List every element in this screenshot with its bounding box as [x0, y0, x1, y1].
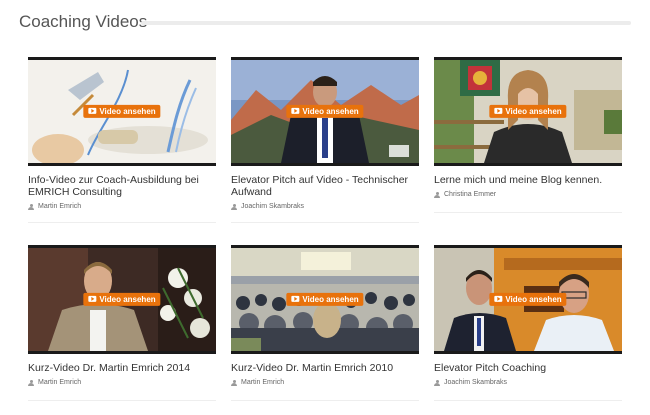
- video-author: Martin Emrich: [28, 379, 216, 386]
- author-name: Martin Emrich: [38, 203, 82, 210]
- video-card[interactable]: Video ansehen Lerne mich und meine Blog …: [434, 57, 622, 213]
- video-title-link[interactable]: Lerne mich und meine Blog kennen.: [434, 174, 622, 186]
- video-thumbnail[interactable]: Video ansehen: [28, 57, 216, 166]
- video-author: Martin Emrich: [231, 379, 419, 386]
- card-divider: [231, 222, 419, 223]
- video-title-link[interactable]: Info-Video zur Coach-Ausbildung bei EMRI…: [28, 174, 216, 198]
- user-icon: [231, 203, 237, 210]
- video-author: Christina Emmer: [434, 191, 622, 198]
- card-divider: [434, 400, 622, 401]
- video-author: Joachim Skambraks: [231, 203, 419, 210]
- title-divider: [141, 21, 631, 25]
- video-title-link[interactable]: Elevator Pitch auf Video - Technischer A…: [231, 174, 419, 198]
- play-video-button[interactable]: Video ansehen: [286, 104, 364, 118]
- card-divider: [434, 212, 622, 213]
- user-icon: [434, 191, 440, 198]
- play-video-label: Video ansehen: [99, 294, 156, 304]
- section-header: Coaching Videos: [19, 12, 631, 34]
- play-video-label: Video ansehen: [505, 294, 562, 304]
- video-title-link[interactable]: Kurz-Video Dr. Martin Emrich 2010: [231, 362, 419, 374]
- youtube-play-icon: [494, 107, 503, 114]
- video-card[interactable]: Video ansehen Elevator Pitch auf Video -…: [231, 57, 419, 223]
- user-icon: [28, 203, 34, 210]
- author-name: Martin Emrich: [38, 379, 82, 386]
- play-video-button[interactable]: Video ansehen: [489, 104, 567, 118]
- video-author: Martin Emrich: [28, 203, 216, 210]
- video-card[interactable]: Video ansehen Kurz-Video Dr. Martin Emri…: [28, 245, 216, 401]
- video-thumbnail[interactable]: Video ansehen: [434, 57, 622, 166]
- video-card[interactable]: Video ansehen Info-Video zur Coach-Ausbi…: [28, 57, 216, 223]
- youtube-play-icon: [88, 295, 97, 302]
- play-video-button[interactable]: Video ansehen: [286, 292, 364, 306]
- video-card[interactable]: Video ansehen Elevator Pitch Coaching Jo…: [434, 245, 622, 401]
- video-thumbnail[interactable]: Video ansehen: [231, 57, 419, 166]
- play-video-button[interactable]: Video ansehen: [489, 292, 567, 306]
- video-thumbnail[interactable]: Video ansehen: [231, 245, 419, 354]
- author-name: Christina Emmer: [444, 191, 497, 198]
- card-divider: [231, 400, 419, 401]
- card-divider: [28, 222, 216, 223]
- video-card[interactable]: Video ansehen Kurz-Video Dr. Martin Emri…: [231, 245, 419, 401]
- youtube-play-icon: [494, 295, 503, 302]
- play-video-label: Video ansehen: [302, 106, 359, 116]
- play-video-label: Video ansehen: [505, 106, 562, 116]
- video-title-link[interactable]: Kurz-Video Dr. Martin Emrich 2014: [28, 362, 216, 374]
- youtube-play-icon: [291, 107, 300, 114]
- play-video-label: Video ansehen: [99, 106, 156, 116]
- play-video-button[interactable]: Video ansehen: [83, 104, 161, 118]
- play-video-button[interactable]: Video ansehen: [83, 292, 161, 306]
- card-divider: [28, 400, 216, 401]
- author-name: Joachim Skambraks: [241, 203, 305, 210]
- user-icon: [231, 379, 237, 386]
- video-thumbnail[interactable]: Video ansehen: [28, 245, 216, 354]
- play-video-label: Video ansehen: [302, 294, 359, 304]
- youtube-play-icon: [291, 295, 300, 302]
- youtube-play-icon: [88, 107, 97, 114]
- user-icon: [434, 379, 440, 386]
- section-title: Coaching Videos: [19, 12, 148, 31]
- user-icon: [28, 379, 34, 386]
- author-name: Joachim Skambraks: [444, 379, 508, 386]
- author-name: Martin Emrich: [241, 379, 285, 386]
- video-title-link[interactable]: Elevator Pitch Coaching: [434, 362, 622, 374]
- video-author: Joachim Skambraks: [434, 379, 622, 386]
- video-thumbnail[interactable]: Video ansehen: [434, 245, 622, 354]
